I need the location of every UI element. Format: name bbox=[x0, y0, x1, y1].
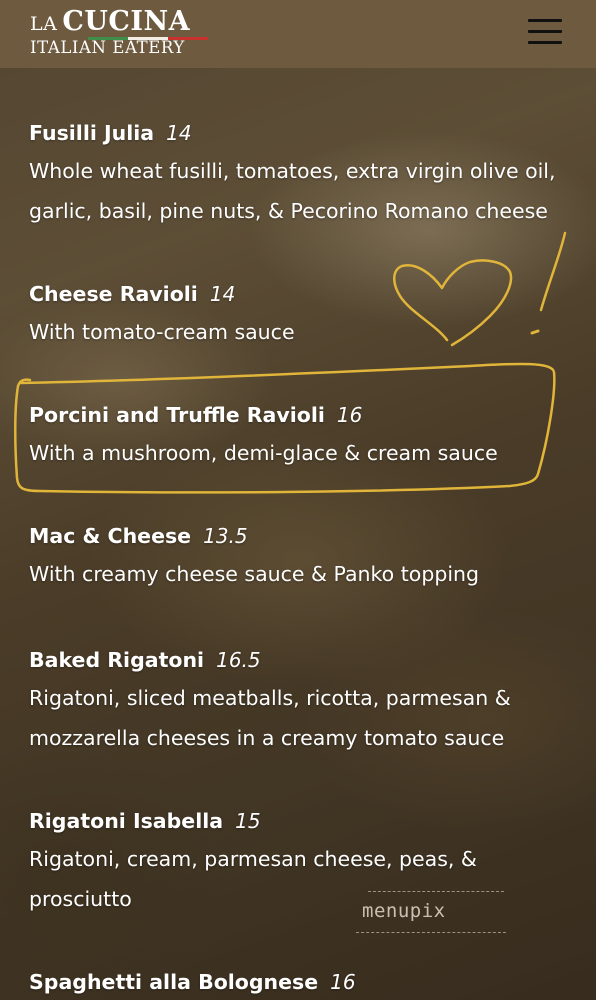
watermark-line bbox=[356, 932, 506, 933]
item-description: Whole wheat fusilli, tomatoes, extra vir… bbox=[29, 151, 569, 231]
item-description: With a mushroom, demi-glace & cream sauc… bbox=[29, 433, 569, 473]
menu-item: Fusilli Julia 14 Whole wheat fusilli, tom… bbox=[29, 119, 569, 231]
item-description-line: garlic, basil, pine nuts, & Pecorino Rom… bbox=[29, 199, 548, 223]
item-name: Porcini and Truffle Ravioli bbox=[29, 403, 325, 427]
item-name: Rigatoni Isabella bbox=[29, 809, 224, 833]
item-description: Rigatoni, cream, parmesan cheese, peas, … bbox=[29, 839, 569, 919]
logo-subtitle: ITALIAN EATERY bbox=[30, 38, 185, 57]
item-name: Cheese Ravioli bbox=[29, 282, 198, 306]
item-description: With tomato-cream sauce bbox=[29, 312, 569, 352]
item-price: 14 bbox=[209, 282, 236, 306]
item-name: Spaghetti alla Bolognese bbox=[29, 970, 319, 994]
item-price: 13.5 bbox=[203, 524, 248, 548]
item-name: Fusilli Julia bbox=[29, 121, 155, 145]
item-price: 16.5 bbox=[216, 648, 261, 672]
item-description-line: Rigatoni, cream, parmesan cheese, peas, … bbox=[29, 847, 477, 871]
item-price: 16 bbox=[336, 403, 363, 427]
item-price: 16 bbox=[330, 970, 356, 994]
menu-item: Cheese Ravioli 14 With tomato-cream sauce bbox=[29, 280, 569, 352]
item-description: Rigatoni, sliced meatballs, ricotta, par… bbox=[29, 678, 569, 758]
item-description-line: With creamy cheese sauce & Panko topping bbox=[29, 562, 480, 586]
item-name: Baked Rigatoni bbox=[29, 648, 205, 672]
menu-item: Mac & Cheese 13.5 With creamy cheese sauc… bbox=[29, 522, 569, 594]
item-description-line: Rigatoni, sliced meatballs, ricotta, par… bbox=[29, 686, 511, 710]
menu-item-highlighted: Porcini and Truffle Ravioli 16 With a mus… bbox=[29, 401, 569, 473]
item-price: 15 bbox=[235, 809, 261, 833]
item-description-line: With a mushroom, demi-glace & cream sauc… bbox=[29, 441, 498, 465]
site-header: LA CUCINA ITALIAN EATERY bbox=[0, 0, 596, 68]
menu-item: Rigatoni Isabella 15 Rigatoni, cream, par… bbox=[29, 807, 569, 919]
item-description-line: Whole wheat fusilli, tomatoes, extra vir… bbox=[29, 159, 556, 183]
item-description-line: prosciutto bbox=[29, 887, 132, 911]
logo[interactable]: LA CUCINA ITALIAN EATERY bbox=[30, 6, 208, 57]
italian-flag-stripe bbox=[88, 37, 208, 40]
item-description: With creamy cheese sauce & Panko topping bbox=[29, 554, 569, 594]
watermark-line bbox=[368, 891, 504, 892]
menu-item: Baked Rigatoni 16.5 Rigatoni, sliced meat… bbox=[29, 646, 569, 758]
watermark: menupix bbox=[362, 900, 446, 922]
item-description-line: mozzarella cheeses in a creamy tomato sa… bbox=[29, 726, 505, 750]
item-price: 14 bbox=[166, 121, 192, 145]
item-description-line: With tomato-cream sauce bbox=[29, 320, 295, 344]
logo-cucina: CUCINA bbox=[62, 6, 191, 37]
logo-la: LA bbox=[30, 13, 58, 35]
item-name: Mac & Cheese bbox=[29, 524, 192, 548]
hamburger-menu-icon[interactable] bbox=[528, 17, 562, 47]
menu-item: Spaghetti alla Bolognese 16 bbox=[29, 968, 569, 996]
